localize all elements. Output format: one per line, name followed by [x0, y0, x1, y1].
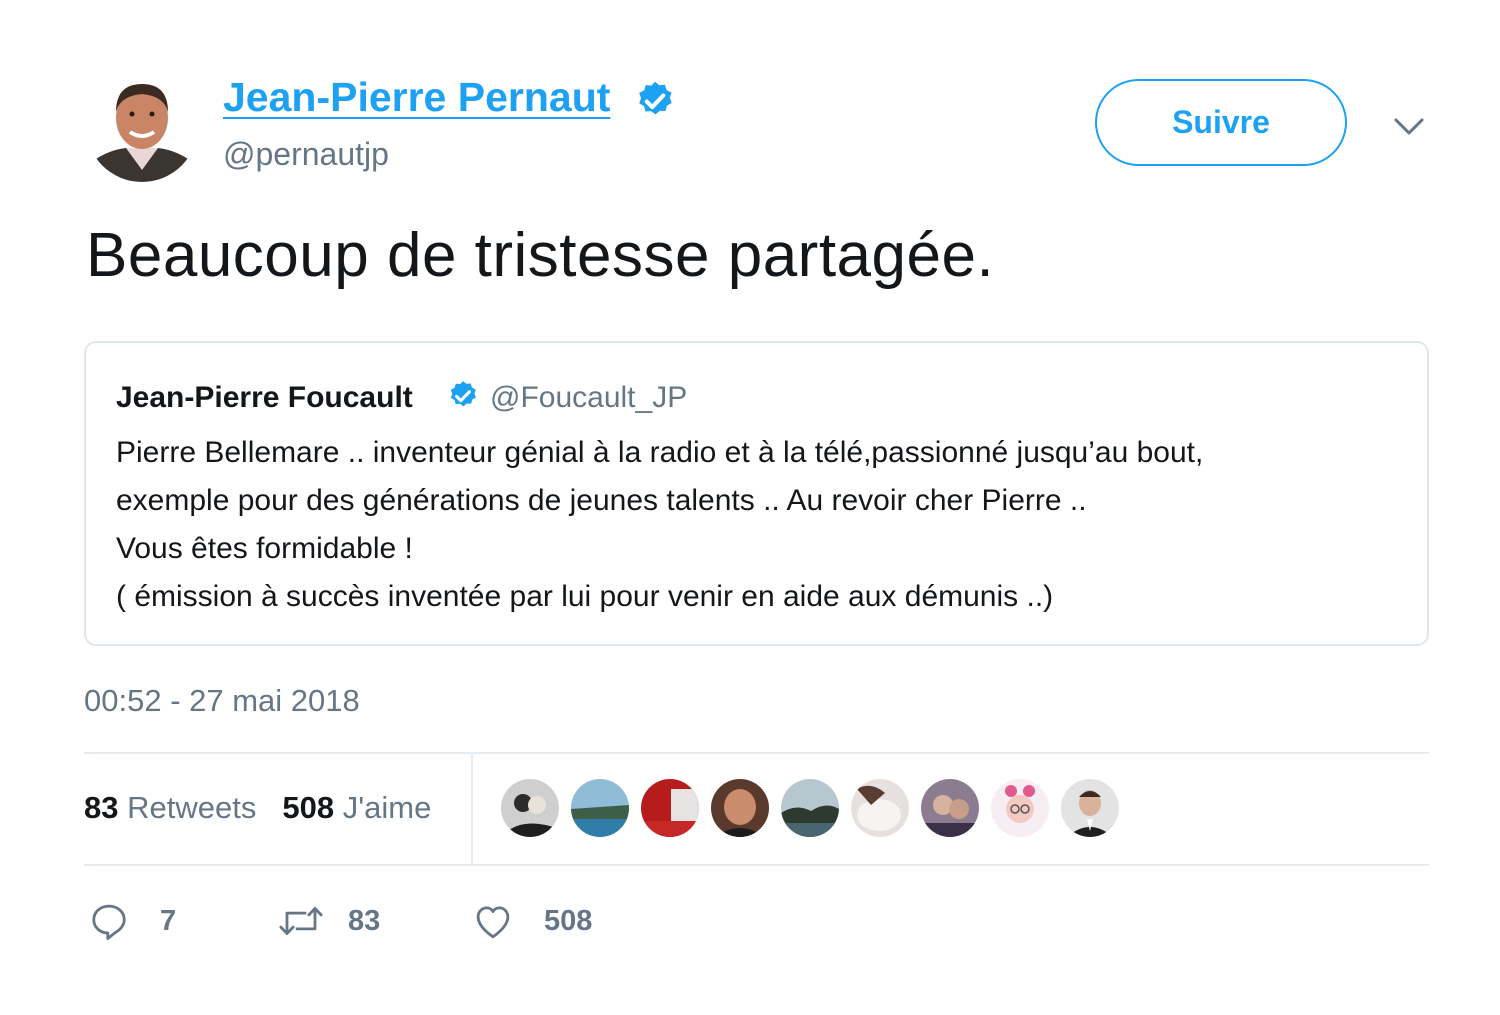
- liker-avatar[interactable]: [851, 779, 909, 837]
- likes-count: 508: [282, 790, 335, 825]
- tweet-timestamp[interactable]: 00:52 - 27 mai 2018: [84, 683, 360, 719]
- retweet-icon: [279, 907, 323, 935]
- liker-avatar[interactable]: [1061, 779, 1119, 837]
- liker-avatar[interactable]: [571, 779, 629, 837]
- verified-badge-icon: [450, 381, 476, 407]
- retweets-stat[interactable]: 83 Retweets: [84, 790, 256, 826]
- liker-avatar[interactable]: [921, 779, 979, 837]
- quoted-tweet-text: Pierre Bellemare .. inventeur génial à l…: [116, 429, 1203, 621]
- likes-stat[interactable]: 508 J'aime: [282, 790, 431, 826]
- divider: [471, 753, 473, 864]
- liker-avatar[interactable]: [641, 779, 699, 837]
- quoted-text-line: ( émission à succès inventée par lui pou…: [116, 580, 1054, 613]
- divider: [84, 752, 1429, 754]
- author-display-name[interactable]: Jean-Pierre Pernaut: [223, 74, 610, 121]
- reply-count: 7: [160, 904, 177, 937]
- liker-avatar[interactable]: [501, 779, 559, 837]
- liker-avatar[interactable]: [781, 779, 839, 837]
- quoted-handle: @Foucault_JP: [490, 381, 688, 414]
- retweets-count: 83: [84, 790, 119, 825]
- reply-button[interactable]: 7: [88, 900, 176, 942]
- liker-avatar[interactable]: [991, 779, 1049, 837]
- divider: [84, 864, 1429, 866]
- author-handle[interactable]: @pernautjp: [223, 136, 389, 173]
- like-button[interactable]: 508: [472, 900, 592, 942]
- like-count: 508: [544, 904, 593, 937]
- quoted-text-line: Pierre Bellemare .. inventeur génial à l…: [116, 436, 1204, 469]
- follow-button[interactable]: Suivre: [1095, 79, 1347, 166]
- retweet-count: 83: [348, 904, 381, 937]
- likes-label: J'aime: [342, 790, 432, 825]
- heart-icon: [476, 906, 510, 939]
- retweets-label: Retweets: [127, 790, 257, 825]
- quoted-display-name: Jean-Pierre Foucault: [116, 381, 413, 414]
- reply-icon: [92, 904, 126, 940]
- liker-avatars: [501, 779, 1119, 837]
- quoted-tweet-card[interactable]: Jean-Pierre Foucault @Foucault_JP Pierre…: [84, 341, 1429, 646]
- quoted-text-line: Vous êtes formidable !: [116, 532, 413, 565]
- chevron-down-icon[interactable]: [1388, 110, 1430, 142]
- liker-avatar[interactable]: [711, 779, 769, 837]
- tweet-text: Beaucoup de tristesse partagée.: [86, 221, 995, 290]
- quoted-text-line: exemple pour des générations de jeunes t…: [116, 484, 1087, 517]
- verified-badge-icon: [639, 81, 672, 115]
- author-avatar[interactable]: [86, 70, 198, 182]
- retweet-button[interactable]: 83: [278, 900, 380, 942]
- tweet-stats: 83 Retweets 508 J'aime: [84, 790, 431, 826]
